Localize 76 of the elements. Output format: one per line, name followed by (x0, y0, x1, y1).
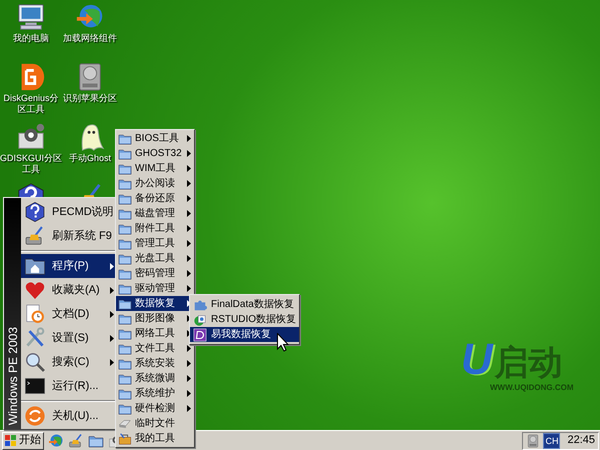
start-menu-item[interactable]: 运行(R)... (21, 374, 118, 398)
windows-logo-icon (5, 434, 17, 446)
folder-icon (118, 206, 132, 220)
folder-icon (118, 162, 132, 176)
menu-item[interactable]: 系统安装 (116, 356, 194, 371)
start-button[interactable]: 开始 (2, 432, 44, 450)
start-menu-item[interactable]: 文档(D) (21, 302, 118, 326)
banner-label: Windows PE 2003 (4, 326, 20, 425)
folder-icon (118, 296, 132, 310)
folder-icon (118, 236, 132, 250)
u-logo-mark: U (460, 338, 493, 382)
start-menu-item[interactable]: 程序(P) (21, 254, 118, 278)
document-icon (24, 303, 46, 325)
logo-url: WWW.UQIDONG.COM (490, 382, 574, 394)
folder-icon (118, 176, 132, 190)
desktop-icon-label[interactable]: 加载网络组件 (63, 33, 117, 44)
folder-icon (118, 342, 132, 356)
logo-name: 启动 (494, 344, 563, 382)
desktop-icon-label[interactable]: 手动Ghost (68, 153, 111, 164)
menu-item[interactable]: WIM工具 (116, 161, 194, 176)
computer-icon (16, 2, 46, 32)
help-icon (24, 201, 46, 223)
folder-icon (118, 312, 132, 326)
recovery-disc-icon (193, 312, 207, 326)
desktop-icon-label[interactable]: 我的电脑 (13, 33, 49, 44)
menu-item[interactable]: RSTUDIO数据恢复 (190, 312, 299, 327)
menu-item[interactable]: GHOST32 (116, 146, 194, 161)
menu-item[interactable]: 磁盘管理 (116, 206, 194, 221)
start-menu-item[interactable]: 收藏夹(A) (21, 278, 118, 302)
puzzle-icon (193, 298, 207, 312)
language-indicator[interactable]: CH (543, 432, 560, 448)
start-menu-item[interactable]: 设置(S) (21, 326, 118, 350)
clock: 22:45 (567, 433, 595, 448)
menu-item[interactable]: 备份还原 (116, 191, 194, 206)
menu-item[interactable]: 我的工具 (116, 431, 194, 446)
mouse-pointer-icon (277, 333, 289, 352)
terminal-icon (24, 375, 46, 397)
menu-item[interactable]: 硬件检测 (116, 401, 194, 416)
folder-icon (118, 326, 132, 340)
folder-icon (118, 386, 132, 400)
start-menu-item[interactable]: PECMD说明 (21, 200, 118, 224)
menu-item[interactable]: 系统维护 (116, 386, 194, 401)
folder-icon (118, 266, 132, 280)
refresh-icon (24, 405, 46, 427)
globe-icon[interactable] (48, 432, 64, 448)
toolbox-icon (118, 432, 132, 446)
folder-icon (118, 146, 132, 160)
tools-icon (24, 327, 46, 349)
folder-icon (118, 222, 132, 236)
desktop-icon-label[interactable]: GDISKGUI分区 工具 (0, 153, 62, 175)
start-menu-item[interactable]: 搜索(C) (21, 350, 118, 374)
menu-item[interactable]: 附件工具 (116, 221, 194, 236)
menu-item[interactable]: 系统微调 (116, 371, 194, 386)
menu-item[interactable]: 驱动管理 (116, 281, 194, 296)
menu-item[interactable]: 临时文件 (116, 416, 194, 431)
folder-icon (118, 132, 132, 146)
menu-item[interactable]: BIOS工具 (116, 131, 194, 146)
folder-icon (118, 192, 132, 206)
folder-icon (118, 252, 132, 266)
menu-item[interactable]: 管理工具 (116, 236, 194, 251)
menu-item[interactable]: 办公阅读 (116, 176, 194, 191)
easeus-logo-icon (193, 328, 207, 342)
folder-icon (118, 356, 132, 370)
folder-icon (118, 372, 132, 386)
folder-icon (118, 282, 132, 296)
broom-icon[interactable] (68, 432, 84, 448)
search-icon (24, 351, 46, 373)
desktop-icon-label[interactable]: 识别苹果分区 (63, 93, 117, 104)
menu-item[interactable]: 文件工具 (116, 341, 194, 356)
menu-item[interactable]: 密码管理 (116, 266, 194, 281)
folder-icon (118, 402, 132, 416)
desktop-icon-label[interactable]: DiskGenius分 区工具 (3, 93, 58, 115)
menu-item[interactable]: 易我数据恢复 (190, 327, 299, 342)
start-menu-item[interactable]: 刷新系统 F9 (21, 224, 118, 248)
menu-item[interactable]: 光盘工具 (116, 251, 194, 266)
start-menu-item[interactable]: 关机(U)... (21, 404, 118, 428)
